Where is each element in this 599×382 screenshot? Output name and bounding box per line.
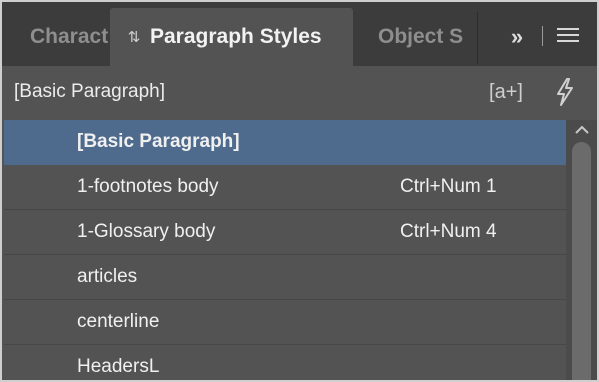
hamburger-line <box>557 40 579 42</box>
style-shortcut: Ctrl+Num 4 <box>400 221 497 242</box>
lightning-icon <box>557 78 573 106</box>
tab-object-styles[interactable]: Object S <box>353 8 463 66</box>
style-row-articles[interactable]: articles <box>4 255 566 300</box>
paragraph-styles-panel: Charact ⇅ Paragraph Styles Object S » [B… <box>2 2 597 380</box>
quick-apply-button[interactable] <box>551 77 579 107</box>
tab-paragraph-styles-label: Paragraph Styles <box>150 25 322 48</box>
style-name: [Basic Paragraph] <box>77 131 240 152</box>
tab-separator <box>477 12 478 64</box>
scrollbar-thumb[interactable] <box>572 142 591 380</box>
tab-character-label: Charact <box>30 25 109 48</box>
tab-bar: Charact ⇅ Paragraph Styles Object S » <box>2 2 597 66</box>
style-row-headersl[interactable]: HeadersL <box>4 345 566 380</box>
overflow-button[interactable]: » <box>502 22 532 52</box>
style-row-centerline[interactable]: centerline <box>4 300 566 345</box>
scroll-up-arrow-icon[interactable] <box>572 122 592 138</box>
style-name: 1-Glossary body <box>77 221 216 242</box>
tab-object-styles-label: Object S <box>378 25 463 48</box>
hamburger-line <box>557 34 579 36</box>
style-shortcut: Ctrl+Num 1 <box>400 176 497 197</box>
chevron-updown-icon: ⇅ <box>127 29 141 46</box>
styles-list: [Basic Paragraph] 1-footnotes body Ctrl+… <box>4 120 566 380</box>
tab-character[interactable]: Charact <box>2 8 110 66</box>
style-row-basic-paragraph[interactable]: [Basic Paragraph] <box>4 120 566 165</box>
style-row-footnotes-body[interactable]: 1-footnotes body Ctrl+Num 1 <box>4 165 566 210</box>
double-chevron-right-icon: » <box>510 24 524 49</box>
style-row-glossary-body[interactable]: 1-Glossary body Ctrl+Num 4 <box>4 210 566 255</box>
vertical-scrollbar[interactable] <box>566 120 597 380</box>
style-name: 1-footnotes body <box>77 176 219 197</box>
tab-paragraph-styles[interactable]: ⇅ Paragraph Styles <box>110 8 353 66</box>
new-style-icon: [a+] <box>489 81 523 103</box>
style-name: centerline <box>77 311 160 332</box>
hamburger-menu-icon <box>557 28 579 30</box>
panel-menu-button[interactable] <box>557 28 579 44</box>
style-header-row: [Basic Paragraph] [a+] <box>2 66 597 120</box>
menu-separator <box>542 26 543 46</box>
style-name: articles <box>77 266 138 287</box>
style-name: HeadersL <box>77 356 160 377</box>
new-style-button[interactable]: [a+] <box>486 78 526 106</box>
current-style-label: [Basic Paragraph] <box>14 81 166 102</box>
